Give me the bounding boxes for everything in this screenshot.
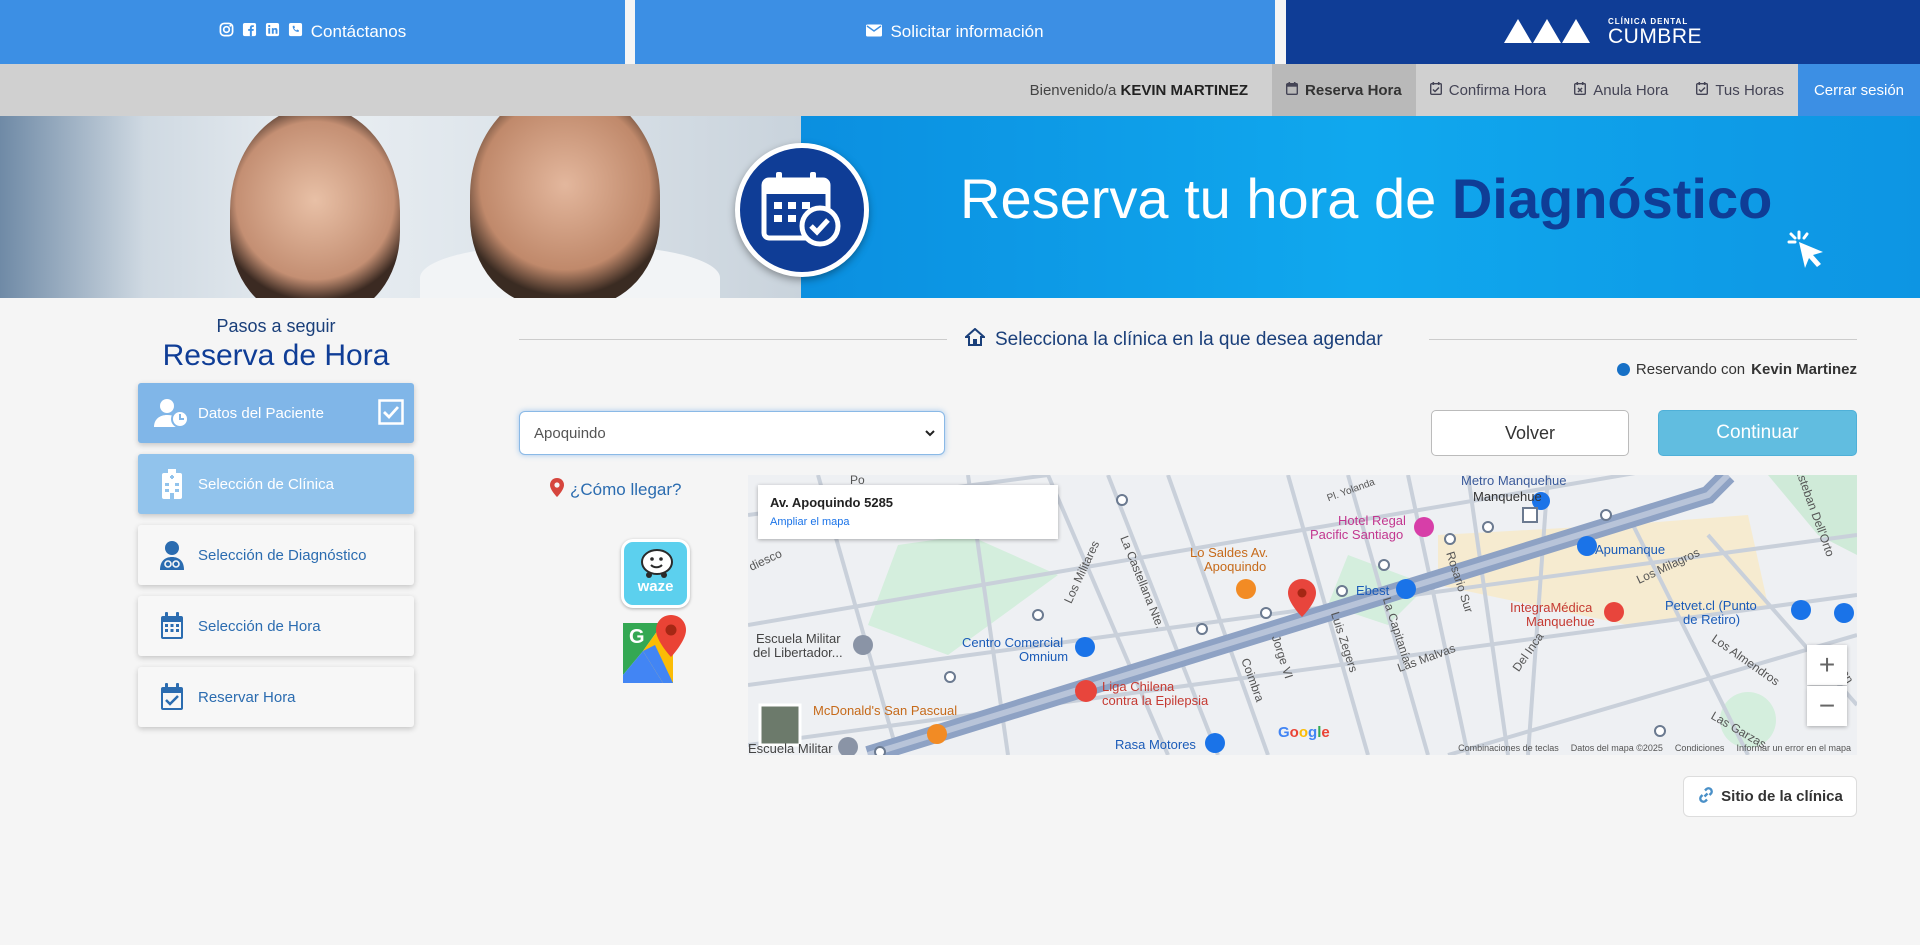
chevron-down-icon: [924, 426, 936, 444]
google-logo: Google: [1278, 724, 1330, 741]
continue-button[interactable]: Continuar: [1658, 410, 1857, 456]
linkedin-icon[interactable]: [265, 22, 280, 42]
nav-anula-hora[interactable]: Anula Hora: [1560, 64, 1682, 116]
clinic-logo[interactable]: CLÍNICA DENTAL CUMBRE: [1286, 0, 1920, 64]
link-icon: [1697, 786, 1715, 808]
map-data-text: Datos del mapa ©2025: [1570, 743, 1663, 753]
waze-icon: [636, 548, 676, 582]
doctor-icon: [154, 540, 190, 570]
envelope-icon: [866, 22, 883, 42]
calendar-check-icon: [1696, 81, 1709, 99]
reserving-with: Reservando con Kevin Martinez: [1616, 361, 1857, 378]
map-shortcuts-link[interactable]: Combinaciones de teclas: [1458, 743, 1559, 753]
zoom-out-button[interactable]: −: [1807, 686, 1847, 726]
hospital-icon: [154, 469, 190, 499]
clinic-map[interactable]: Metro Manquehue Manquehue Hotel Regal Pa…: [748, 475, 1857, 755]
checked-box-icon: [378, 399, 404, 429]
nav-tus-horas[interactable]: Tus Horas: [1682, 64, 1798, 116]
steps-subtitle: Pasos a seguir: [216, 316, 336, 336]
reserving-name: Kevin Martinez: [1751, 361, 1857, 378]
calendar-grid-icon: [154, 612, 190, 640]
steps-title: Reserva de Hora: [162, 339, 390, 372]
logo-big-text: CUMBRE: [1607, 24, 1702, 48]
google-maps-icon: G: [623, 615, 686, 683]
facebook-icon[interactable]: [242, 22, 257, 42]
svg-text:G: G: [629, 626, 645, 648]
step-diagnosis-selection[interactable]: Selección de Diagnóstico: [138, 525, 414, 585]
top-bar: Contáctanos Solicitar información CLÍNIC…: [0, 0, 1920, 64]
section-header: Selecciona la clínica en la que desea ag…: [519, 326, 1857, 352]
user-clock-icon: [154, 398, 190, 428]
pointer-cursor-icon: [1785, 228, 1829, 273]
map-address: Av. Apoquindo 5285: [770, 495, 894, 510]
home-icon: [963, 327, 987, 352]
zoom-in-button[interactable]: +: [1807, 645, 1847, 685]
request-info-button[interactable]: Solicitar información: [635, 0, 1275, 64]
user-navbar: Bienvenido/a KEVIN MARTINEZ Reserva Hora…: [0, 64, 1920, 116]
contact-link[interactable]: Contáctanos: [311, 22, 406, 42]
waze-label: waze: [637, 578, 674, 595]
enlarge-map-link[interactable]: Ampliar el mapa: [770, 516, 1046, 528]
calendar-check-icon: [1429, 81, 1442, 99]
nav-reserva-hora[interactable]: Reserva Hora: [1272, 64, 1416, 116]
map-pin-icon: [550, 478, 564, 502]
map-info-card: Av. Apoquindo 5285 Ampliar el mapa: [758, 485, 1058, 539]
google-maps-app-button[interactable]: G: [623, 615, 689, 683]
nav-confirma-hora[interactable]: Confirma Hora: [1416, 64, 1561, 116]
mountains-icon: [1503, 17, 1594, 48]
step-time-selection[interactable]: Selección de Hora: [138, 596, 414, 656]
map-footer: Combinaciones de teclas Datos del mapa ©…: [1458, 743, 1851, 753]
back-button[interactable]: Volver: [1431, 410, 1629, 456]
phone-icon: [288, 22, 303, 42]
waze-app-button[interactable]: waze: [621, 539, 690, 608]
user-name: KEVIN MARTINEZ: [1120, 81, 1249, 99]
contact-bar: Contáctanos: [0, 0, 625, 64]
status-dot: [1616, 363, 1630, 376]
request-info-label: Solicitar información: [890, 22, 1044, 41]
welcome-text: Bienvenido/a KEVIN MARTINEZ: [1029, 81, 1249, 99]
section-title: Selecciona la clínica en la que desea ag…: [963, 327, 1383, 352]
calendar-icon: [1286, 81, 1299, 99]
logout-button[interactable]: Cerrar sesión: [1797, 64, 1920, 116]
calendar-x-icon: [1574, 81, 1587, 99]
dentists-photo: [0, 116, 801, 298]
map-terms-link[interactable]: Condiciones: [1675, 743, 1725, 753]
instagram-icon[interactable]: [219, 22, 234, 42]
how-to-get-link[interactable]: ¿Cómo llegar?: [550, 478, 682, 502]
step-clinic-selection[interactable]: Selección de Clínica: [138, 454, 414, 514]
map-report-link[interactable]: Informar un error en el mapa: [1736, 743, 1851, 753]
steps-sidebar: Pasos a seguir Reserva de Hora Datos del…: [138, 316, 414, 738]
clinic-select[interactable]: Apoquindo: [519, 411, 945, 455]
hero-banner: Reserva tu hora de Diagnóstico: [0, 116, 1920, 298]
banner-title: Reserva tu hora de Diagnóstico: [960, 167, 1773, 230]
calendar-check-icon: [735, 143, 869, 277]
step-book-time[interactable]: Reservar Hora: [138, 667, 414, 727]
plus-icon: +: [1818, 649, 1836, 680]
minus-icon: −: [1818, 690, 1836, 721]
calendar-check-icon: [154, 683, 190, 711]
clinic-site-button[interactable]: Sitio de la clínica: [1683, 776, 1857, 817]
step-patient-data[interactable]: Datos del Paciente: [138, 383, 414, 443]
